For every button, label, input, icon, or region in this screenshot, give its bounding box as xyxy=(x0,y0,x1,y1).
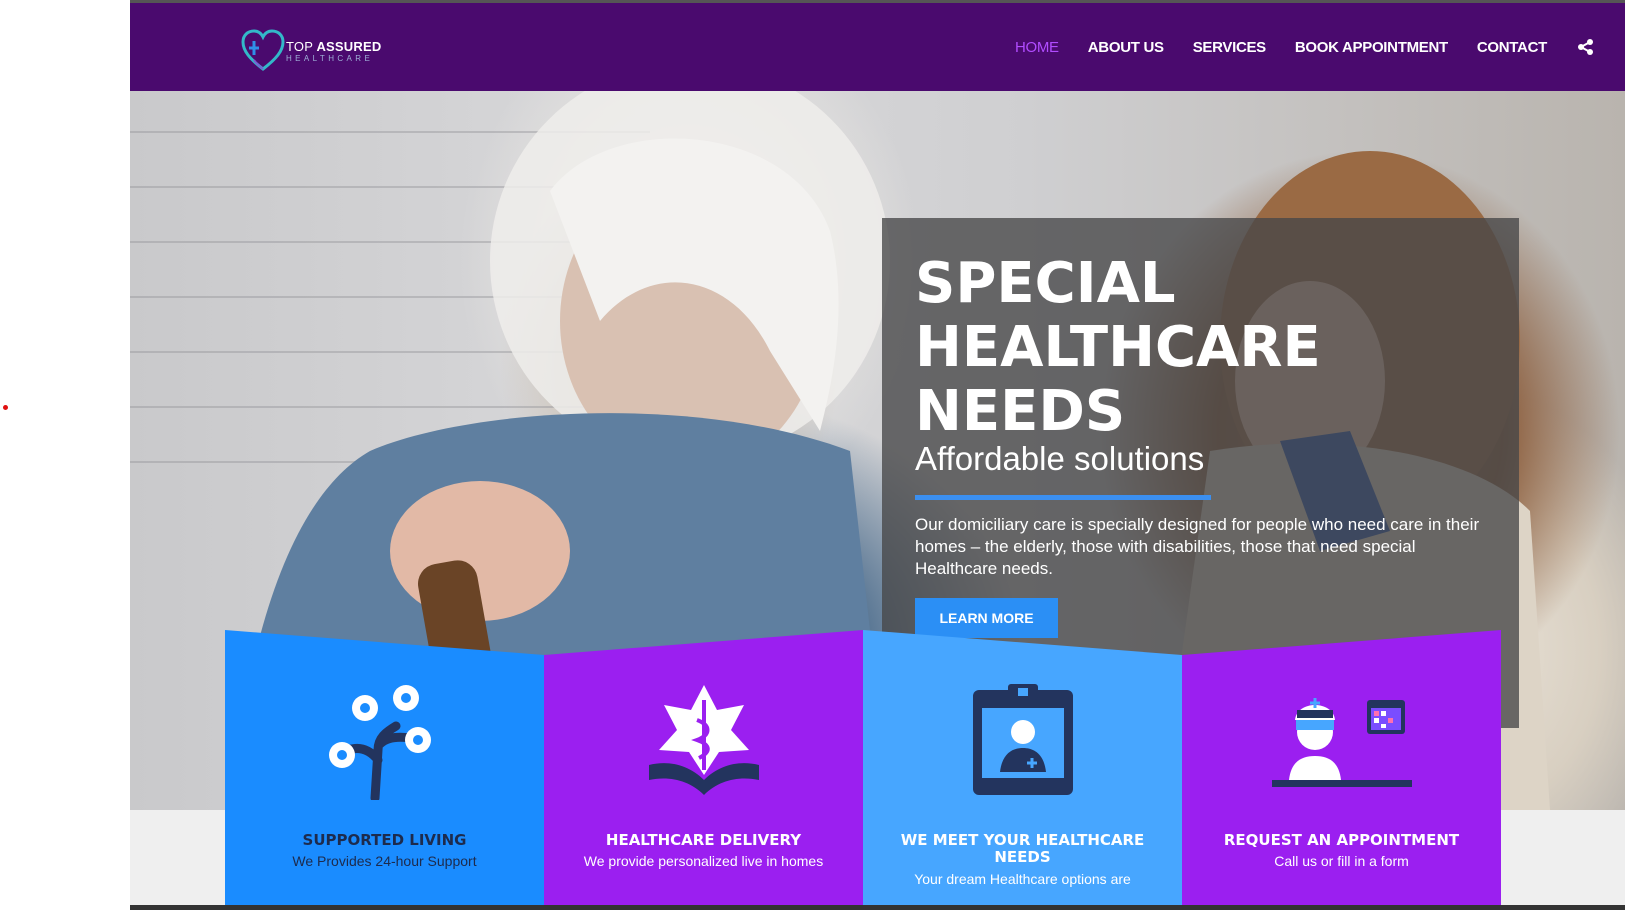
tree-icon xyxy=(225,680,544,800)
headline-line-1: SPECIAL xyxy=(915,251,1176,316)
logo[interactable]: TOP ASSURED HEALTHCARE xyxy=(240,29,381,73)
medical-book-icon xyxy=(544,680,863,800)
card-subtitle: Your dream Healthcare options are xyxy=(914,871,1131,887)
card-subtitle: We Provides 24-hour Support xyxy=(292,853,477,869)
card-healthcare-delivery[interactable]: HEALTHCARE DELIVERY We provide personali… xyxy=(544,630,863,910)
card-healthcare-needs[interactable]: WE MEET YOUR HEALTHCARE NEEDS Your dream… xyxy=(863,630,1182,910)
nav-contact[interactable]: CONTACT xyxy=(1477,39,1547,56)
main-nav: HOME ABOUT US SERVICES BOOK APPOINTMENT … xyxy=(986,3,1595,91)
bottom-border xyxy=(130,905,1625,910)
card-request-appointment[interactable]: REQUEST AN APPOINTMENT Call us or fill i… xyxy=(1182,630,1501,910)
logo-name: TOP ASSURED xyxy=(286,40,381,53)
nav-about-us[interactable]: ABOUT US xyxy=(1088,39,1164,56)
card-subtitle: Call us or fill in a form xyxy=(1274,853,1409,869)
logo-name-bold: ASSURED xyxy=(316,38,382,54)
card-subtitle: We provide personalized live in homes xyxy=(583,853,824,869)
card-supported-living[interactable]: SUPPORTED LIVING We Provides 24-hour Sup… xyxy=(225,630,544,910)
hero-headline: SPECIAL HEALTHCARE NEEDS xyxy=(915,252,1321,444)
logo-subtitle: HEALTHCARE xyxy=(286,53,374,63)
nav-services[interactable]: SERVICES xyxy=(1193,39,1266,56)
headline-line-3: NEEDS xyxy=(915,379,1126,444)
site-header: TOP ASSURED HEALTHCARE HOME ABOUT US SER… xyxy=(130,3,1625,91)
heart-logo-icon xyxy=(241,29,285,71)
service-cards: SUPPORTED LIVING We Provides 24-hour Sup… xyxy=(225,630,1501,910)
share-icon[interactable] xyxy=(1577,38,1595,56)
hero-tagline: Affordable solutions xyxy=(915,440,1205,477)
headline-line-2: HEALTHCARE xyxy=(915,315,1321,380)
browser-viewport: TOP ASSURED HEALTHCARE HOME ABOUT US SER… xyxy=(0,0,1625,910)
card-title: WE MEET YOUR HEALTHCARE NEEDS xyxy=(900,831,1145,866)
nav-home[interactable]: HOME xyxy=(1015,39,1059,56)
red-dot-marker xyxy=(3,405,8,410)
accent-divider xyxy=(915,495,1211,500)
website: TOP ASSURED HEALTHCARE HOME ABOUT US SER… xyxy=(130,0,1625,910)
nurse-calendar-icon xyxy=(1182,680,1501,800)
card-title: SUPPORTED LIVING xyxy=(302,831,467,849)
hero-description: Our domiciliary care is specially design… xyxy=(915,515,1480,578)
logo-name-thin: TOP xyxy=(286,38,314,54)
doctor-badge-icon xyxy=(863,680,1182,800)
logo-text: TOP ASSURED HEALTHCARE xyxy=(286,40,381,63)
card-title: REQUEST AN APPOINTMENT xyxy=(1223,831,1460,849)
card-title: HEALTHCARE DELIVERY xyxy=(605,831,802,849)
nav-book-appointment[interactable]: BOOK APPOINTMENT xyxy=(1295,39,1448,56)
